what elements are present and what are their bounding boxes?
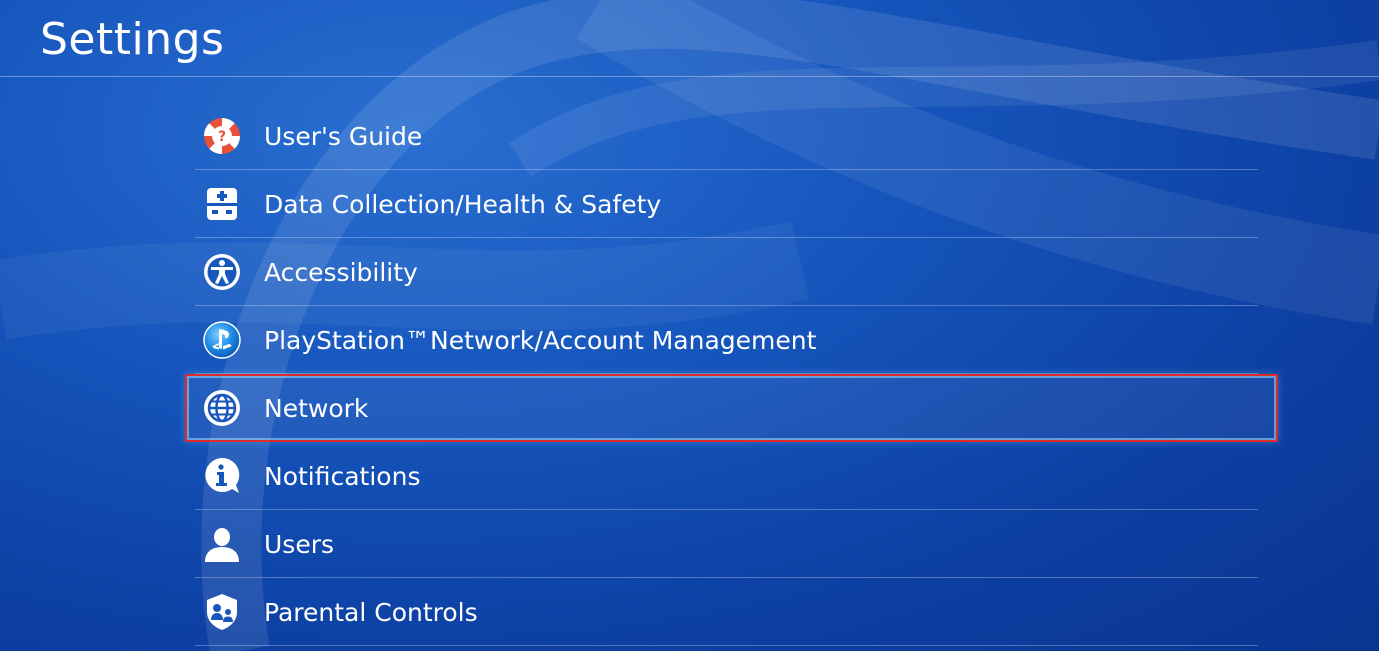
first-aid-kit-icon bbox=[202, 184, 242, 224]
svg-text:?: ? bbox=[218, 129, 226, 145]
title-divider bbox=[0, 76, 1379, 77]
menu-item-label: Network bbox=[264, 393, 369, 423]
playstation-network-icon bbox=[202, 320, 242, 360]
menu-item-label: Accessibility bbox=[264, 257, 418, 287]
accessibility-icon bbox=[202, 252, 242, 292]
menu-item-psn-account-management[interactable]: PlayStation™Network/Account Management bbox=[185, 306, 1278, 374]
menu-item-data-collection-health-safety[interactable]: Data Collection/Health & Safety bbox=[185, 170, 1278, 238]
menu-item-label: PlayStation™Network/Account Management bbox=[264, 325, 817, 355]
lifebuoy-help-icon: ? bbox=[202, 116, 242, 156]
menu-item-parental-controls[interactable]: Parental Controls bbox=[185, 578, 1278, 646]
menu-item-users[interactable]: Users bbox=[185, 510, 1278, 578]
settings-menu: ? User's Guide Data Collection/Health & … bbox=[185, 102, 1278, 646]
page-title: Settings bbox=[40, 14, 225, 65]
menu-item-accessibility[interactable]: Accessibility bbox=[185, 238, 1278, 306]
menu-item-notifications[interactable]: Notifications bbox=[185, 442, 1278, 510]
menu-item-label: Users bbox=[264, 529, 335, 559]
menu-item-label: Data Collection/Health & Safety bbox=[264, 189, 662, 219]
menu-item-label: Notifications bbox=[264, 461, 421, 491]
parental-controls-shield-icon bbox=[202, 592, 242, 632]
menu-item-users-guide[interactable]: ? User's Guide bbox=[185, 102, 1278, 170]
menu-item-label: User's Guide bbox=[264, 121, 423, 151]
menu-item-label: Parental Controls bbox=[264, 597, 478, 627]
user-icon bbox=[202, 524, 242, 564]
info-bubble-icon bbox=[202, 456, 242, 496]
globe-icon bbox=[202, 388, 242, 428]
menu-item-network[interactable]: Network bbox=[185, 374, 1278, 442]
